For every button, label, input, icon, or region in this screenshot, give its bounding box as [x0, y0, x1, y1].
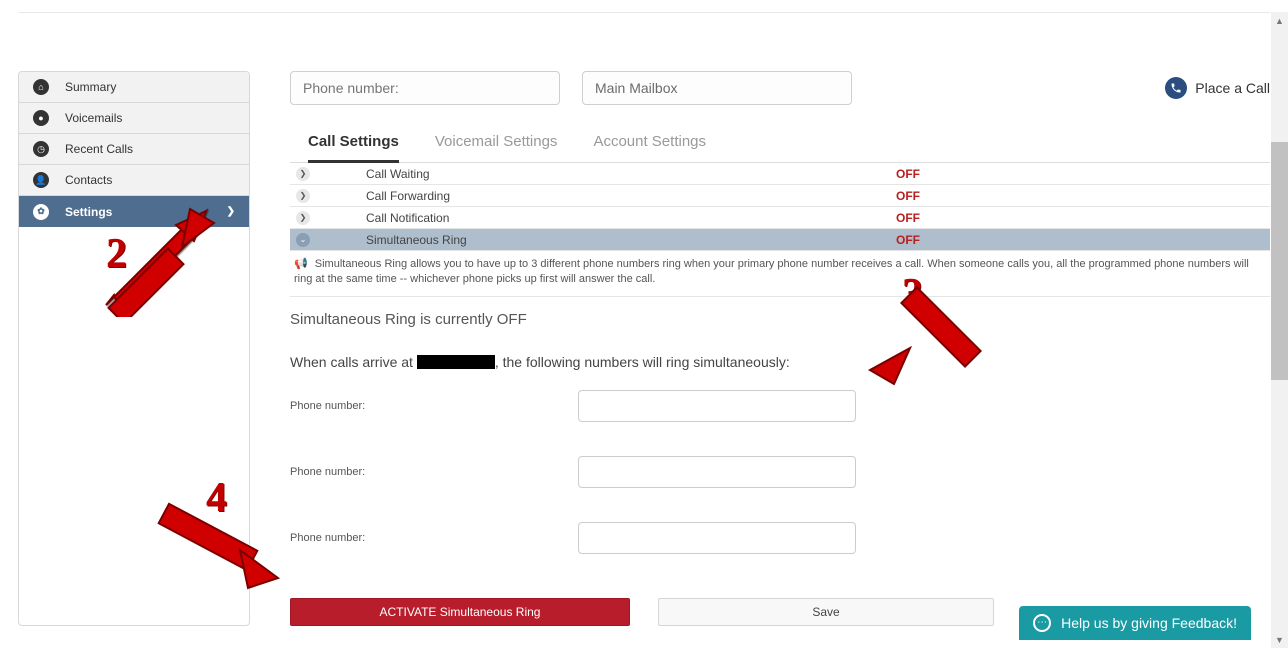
redacted-primary-number — [417, 355, 495, 369]
instruction-suffix: , the following numbers will ring simult… — [495, 354, 790, 370]
sidebar-item-label: Voicemails — [65, 111, 122, 125]
scrollbar-down-arrow[interactable]: ▼ — [1271, 631, 1288, 648]
setting-name: Call Forwarding — [366, 189, 886, 203]
annotation-arrow-3 — [860, 280, 1000, 390]
speaker-icon: 📢 — [294, 258, 308, 270]
instruction-prefix: When calls arrive at — [290, 354, 417, 370]
tab-account-settings[interactable]: Account Settings — [593, 125, 706, 162]
sidebar-item-voicemails[interactable]: ● Voicemails — [19, 103, 249, 134]
chevron-right-icon: ❯ — [296, 211, 310, 225]
tab-call-settings[interactable]: Call Settings — [308, 125, 399, 163]
feedback-label: Help us by giving Feedback! — [1061, 615, 1237, 631]
activate-simultaneous-ring-button[interactable]: ACTIVATE Simultaneous Ring — [290, 598, 630, 626]
header-row: Place a Call — [290, 71, 1270, 105]
setting-name: Call Notification — [366, 211, 886, 225]
phone-number-label: Phone number: — [290, 466, 578, 478]
help-text-content: Simultaneous Ring allows you to have up … — [294, 258, 1249, 285]
chevron-right-icon: ❯ — [296, 167, 310, 181]
save-button[interactable]: Save — [658, 598, 994, 626]
scrollbar-up-arrow[interactable]: ▲ — [1271, 12, 1288, 29]
setting-status: OFF — [896, 167, 920, 181]
chat-icon: ⋯ — [1033, 614, 1051, 632]
phone-number-input-1[interactable] — [578, 390, 856, 422]
sidebar-item-summary[interactable]: ⌂ Summary — [19, 72, 249, 103]
phone-number-input-2[interactable] — [578, 456, 856, 488]
phone-icon — [1165, 77, 1187, 99]
phone-number-label: Phone number: — [290, 532, 578, 544]
sidebar-item-label: Summary — [65, 80, 116, 94]
simultaneous-ring-instruction: When calls arrive at , the following num… — [290, 354, 1270, 370]
sidebar-item-label: Recent Calls — [65, 142, 133, 156]
annotation-arrow-4 — [148, 502, 288, 592]
phone-number-row-2: Phone number: — [290, 456, 1270, 488]
place-a-call-button[interactable]: Place a Call — [1165, 77, 1270, 99]
phone-number-input-3[interactable] — [578, 522, 856, 554]
phone-number-row-3: Phone number: — [290, 522, 1270, 554]
place-a-call-label: Place a Call — [1195, 80, 1270, 96]
simultaneous-ring-help-text: 📢 Simultaneous Ring allows you to have u… — [290, 251, 1270, 297]
user-icon: 👤 — [33, 172, 49, 188]
gear-icon: ✿ — [33, 204, 49, 220]
setting-row-call-forwarding[interactable]: ❯ Call Forwarding OFF — [290, 185, 1270, 207]
sidebar-item-contacts[interactable]: 👤 Contacts — [19, 165, 249, 196]
annotation-arrow-2 — [98, 207, 218, 317]
phone-number-label: Phone number: — [290, 400, 578, 412]
simultaneous-ring-panel: Simultaneous Ring is currently OFF When … — [290, 297, 1270, 626]
home-icon: ⌂ — [33, 79, 49, 95]
chevron-right-icon: ❯ — [227, 206, 235, 217]
voicemail-icon: ● — [33, 110, 49, 126]
setting-status: OFF — [896, 189, 920, 203]
setting-name: Simultaneous Ring — [366, 233, 886, 247]
setting-row-call-waiting[interactable]: ❯ Call Waiting OFF — [290, 163, 1270, 185]
settings-tabs: Call Settings Voicemail Settings Account… — [290, 125, 1270, 163]
phone-number-row-1: Phone number: — [290, 390, 1270, 422]
setting-row-call-notification[interactable]: ❯ Call Notification OFF — [290, 207, 1270, 229]
setting-row-simultaneous-ring[interactable]: ⌄ Simultaneous Ring OFF — [290, 229, 1270, 251]
setting-status: OFF — [896, 233, 920, 247]
sidebar-item-recent-calls[interactable]: ◷ Recent Calls — [19, 134, 249, 165]
main-content: Place a Call Call Settings Voicemail Set… — [290, 33, 1270, 626]
feedback-widget[interactable]: ⋯ Help us by giving Feedback! — [1019, 606, 1251, 640]
setting-name: Call Waiting — [366, 167, 886, 181]
chevron-right-icon: ❯ — [296, 189, 310, 203]
simultaneous-ring-status: Simultaneous Ring is currently OFF — [290, 311, 1270, 328]
scrollbar-thumb[interactable] — [1271, 142, 1288, 380]
call-settings-list: ❯ Call Waiting OFF ❯ Call Forwarding OFF… — [290, 163, 1270, 251]
setting-status: OFF — [896, 211, 920, 225]
phone-number-input[interactable] — [290, 71, 560, 105]
sidebar-item-label: Contacts — [65, 173, 112, 187]
clock-icon: ◷ — [33, 141, 49, 157]
mailbox-select[interactable] — [582, 71, 852, 105]
chevron-down-icon: ⌄ — [296, 233, 310, 247]
tab-voicemail-settings[interactable]: Voicemail Settings — [435, 125, 558, 162]
